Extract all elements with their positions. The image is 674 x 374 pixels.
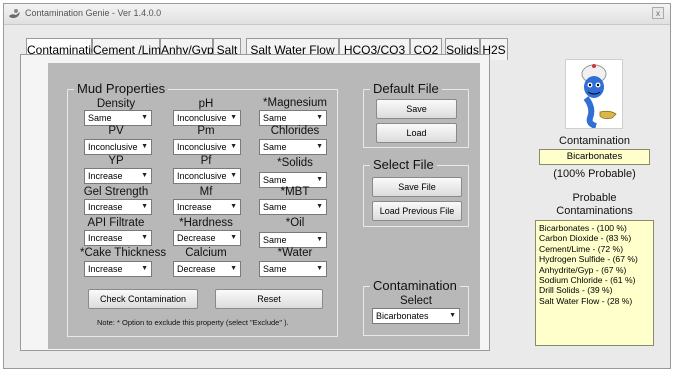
chevron-down-icon: ▼ bbox=[449, 312, 456, 319]
calcium-label: Calcium bbox=[185, 247, 227, 259]
chevron-down-icon: ▼ bbox=[141, 172, 148, 179]
chevron-down-icon: ▼ bbox=[141, 114, 148, 121]
chevron-down-icon: ▼ bbox=[316, 203, 323, 210]
calcium-dropdown[interactable]: Decrease ▼ bbox=[173, 261, 241, 277]
ph-dropdown[interactable]: Inconclusive ▼ bbox=[173, 110, 241, 126]
chevron-down-icon: ▼ bbox=[141, 234, 148, 241]
contamination-select-subtitle: Select bbox=[400, 295, 432, 307]
contamination-select-title: Contamination bbox=[370, 278, 460, 293]
chevron-down-icon: ▼ bbox=[230, 234, 237, 241]
api-filtrate-label: API Filtrate bbox=[87, 217, 145, 229]
solids-label: *Solids bbox=[277, 157, 313, 169]
list-item[interactable]: Sodium Chloride - (61 %) bbox=[539, 275, 650, 285]
hardness-label: *Hardness bbox=[179, 217, 233, 229]
yp-label: YP bbox=[108, 155, 124, 167]
mf-dropdown[interactable]: Increase ▼ bbox=[173, 199, 241, 215]
pm-dropdown[interactable]: Inconclusive ▼ bbox=[173, 139, 241, 155]
gel-strength-label: Gel Strength bbox=[83, 186, 149, 198]
list-item[interactable]: Drill Solids - (39 %) bbox=[539, 285, 650, 295]
chevron-down-icon: ▼ bbox=[316, 114, 323, 121]
genie-icon bbox=[581, 64, 617, 129]
list-item[interactable]: Anhydrite/Gyp - (67 %) bbox=[539, 265, 650, 275]
density-dropdown[interactable]: Same ▼ bbox=[84, 110, 152, 126]
magnesium-dropdown[interactable]: Same ▼ bbox=[259, 110, 327, 126]
mud-properties-title: Mud Properties bbox=[74, 81, 169, 96]
chevron-down-icon: ▼ bbox=[230, 203, 237, 210]
pv-dropdown[interactable]: Inconclusive ▼ bbox=[84, 139, 152, 155]
chevron-down-icon: ▼ bbox=[230, 143, 237, 150]
contamination-result: Bicarbonates bbox=[539, 149, 650, 165]
contaminations-heading: Contaminations bbox=[556, 205, 633, 217]
probability-text: (100% Probable) bbox=[553, 168, 636, 180]
select-file-title: Select File bbox=[370, 157, 437, 172]
mbt-dropdown[interactable]: Same ▼ bbox=[259, 199, 327, 215]
load-previous-file-button[interactable]: Load Previous File bbox=[372, 201, 462, 221]
probable-heading: Probable bbox=[572, 192, 617, 204]
window-title: Contamination Genie - Ver 1.4.0.0 bbox=[25, 8, 162, 18]
chevron-down-icon: ▼ bbox=[230, 265, 237, 272]
load-button[interactable]: Load bbox=[376, 123, 457, 143]
yp-dropdown[interactable]: Increase ▼ bbox=[84, 168, 152, 184]
chevron-down-icon: ▼ bbox=[230, 172, 237, 179]
contamination-select-dropdown[interactable]: Bicarbonates ▼ bbox=[372, 308, 460, 324]
chevron-down-icon: ▼ bbox=[141, 265, 148, 272]
water-label: *Water bbox=[277, 247, 313, 259]
list-item[interactable]: Cement/Lime - (72 %) bbox=[539, 244, 650, 254]
reset-button[interactable]: Reset bbox=[215, 289, 323, 309]
genie-lamp-icon bbox=[9, 9, 20, 18]
title-bar: Contamination Genie - Ver 1.4.0.0 x bbox=[4, 4, 670, 25]
mbt-label: *MBT bbox=[280, 186, 310, 198]
chlorides-label: Chlorides bbox=[270, 125, 320, 137]
close-button[interactable]: x bbox=[652, 7, 664, 19]
density-label: Density bbox=[96, 98, 136, 110]
probable-contaminations-list[interactable]: Bicarbonates - (100 %) Carbon Dioxide - … bbox=[535, 220, 654, 346]
exclude-note: Note: * Option to exclude this property … bbox=[97, 318, 289, 327]
check-contamination-button[interactable]: Check Contamination bbox=[88, 289, 198, 309]
oil-label: *Oil bbox=[285, 217, 305, 229]
api-filtrate-dropdown[interactable]: Increase ▼ bbox=[84, 230, 152, 246]
chlorides-dropdown[interactable]: Same ▼ bbox=[259, 139, 327, 155]
ph-label: pH bbox=[198, 98, 214, 110]
default-file-title: Default File bbox=[370, 81, 442, 96]
save-button[interactable]: Save bbox=[376, 99, 457, 119]
chevron-down-icon: ▼ bbox=[141, 143, 148, 150]
gel-strength-dropdown[interactable]: Increase ▼ bbox=[84, 199, 152, 215]
chevron-down-icon: ▼ bbox=[230, 114, 237, 121]
pv-label: PV bbox=[108, 125, 124, 137]
save-file-button[interactable]: Save File bbox=[372, 177, 462, 197]
chevron-down-icon: ▼ bbox=[316, 236, 323, 243]
water-dropdown[interactable]: Same ▼ bbox=[259, 261, 327, 277]
chevron-down-icon: ▼ bbox=[316, 143, 323, 150]
chevron-down-icon: ▼ bbox=[316, 265, 323, 272]
cake-thickness-dropdown[interactable]: Increase ▼ bbox=[84, 261, 152, 277]
pf-label: Pf bbox=[200, 155, 212, 167]
genie-icon bbox=[565, 59, 623, 129]
magnesium-label: *Magnesium bbox=[263, 97, 327, 109]
list-item[interactable]: Hydrogen Sulfide - (67 %) bbox=[539, 254, 650, 264]
contamination-heading: Contamination bbox=[559, 135, 630, 147]
cake-thickness-label: *Cake Thickness bbox=[80, 247, 167, 259]
mf-label: Mf bbox=[199, 186, 213, 198]
pm-label: Pm bbox=[197, 125, 215, 137]
chevron-down-icon: ▼ bbox=[316, 176, 323, 183]
pf-dropdown[interactable]: Inconclusive ▼ bbox=[173, 168, 241, 184]
oil-dropdown[interactable]: Same ▼ bbox=[259, 232, 327, 248]
chevron-down-icon: ▼ bbox=[141, 203, 148, 210]
list-item[interactable]: Bicarbonates - (100 %) bbox=[539, 223, 650, 233]
list-item[interactable]: Carbon Dioxide - (83 %) bbox=[539, 233, 650, 243]
hardness-dropdown[interactable]: Decrease ▼ bbox=[173, 230, 241, 246]
list-item[interactable]: Salt Water Flow - (28 %) bbox=[539, 296, 650, 306]
